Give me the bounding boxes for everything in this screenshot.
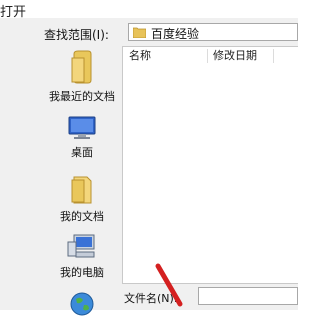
column-header-modified[interactable]: 修改日期 bbox=[213, 47, 257, 65]
file-list[interactable]: 名称 修改日期 bbox=[122, 46, 298, 284]
place-desktop[interactable]: 桌面 bbox=[44, 116, 120, 160]
desktop-icon bbox=[68, 116, 96, 139]
column-header-name[interactable]: 名称 bbox=[129, 47, 151, 65]
my-documents-icon bbox=[71, 176, 92, 204]
place-recent-documents[interactable]: 我最近的文档 bbox=[44, 50, 120, 104]
column-divider[interactable] bbox=[207, 49, 208, 63]
title-bar: 打开 bbox=[0, 0, 298, 20]
place-my-computer[interactable]: 我的电脑 bbox=[44, 234, 120, 280]
look-in-combobox[interactable]: 百度经验 bbox=[128, 23, 298, 41]
place-desktop-label: 桌面 bbox=[71, 146, 93, 159]
places-bar: 我最近的文档 桌面 我的文档 我的电脑 bbox=[44, 46, 120, 316]
network-globe-icon bbox=[70, 292, 94, 316]
place-my-documents[interactable]: 我的文档 bbox=[44, 174, 120, 224]
red-arrow-annotation bbox=[155, 263, 183, 307]
look-in-value: 百度经验 bbox=[151, 27, 200, 41]
recent-documents-icon bbox=[71, 50, 92, 84]
file-name-input[interactable] bbox=[198, 287, 298, 305]
place-my-computer-label: 我的电脑 bbox=[60, 266, 104, 279]
folder-icon bbox=[133, 27, 146, 38]
look-in-label: 查找范围(I): bbox=[44, 28, 109, 42]
column-divider[interactable] bbox=[273, 49, 274, 63]
place-network[interactable] bbox=[44, 290, 120, 320]
place-my-documents-label: 我的文档 bbox=[60, 210, 104, 223]
place-recent-documents-label: 我最近的文档 bbox=[49, 90, 115, 103]
my-computer-icon bbox=[67, 234, 95, 258]
